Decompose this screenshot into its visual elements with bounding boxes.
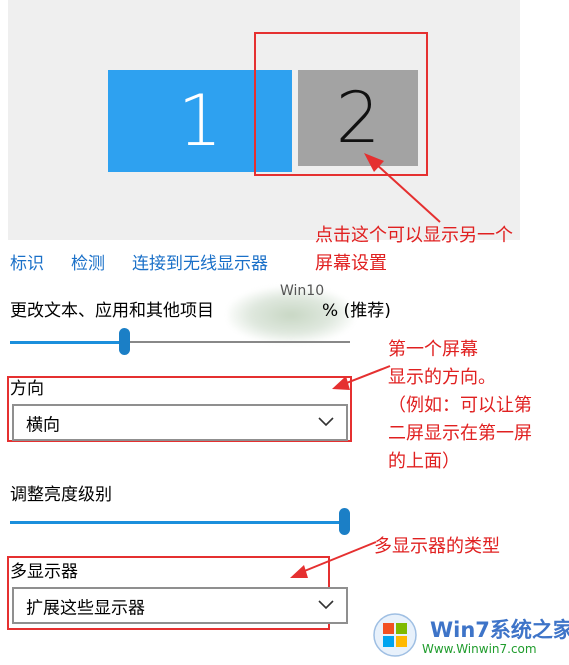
brightness-slider-track-filled bbox=[10, 521, 345, 524]
scale-label: 更改文本、应用和其他项目 bbox=[10, 301, 214, 321]
watermark-text: Win10 bbox=[280, 283, 325, 299]
brightness-slider-thumb[interactable] bbox=[339, 508, 350, 535]
orientation-selected: 横向 bbox=[26, 415, 60, 435]
monitor-1-number: 1 bbox=[177, 80, 223, 162]
chevron-down-icon bbox=[318, 599, 334, 609]
identify-link[interactable]: 标识 bbox=[10, 249, 44, 274]
orientation-label: 方向 bbox=[10, 379, 44, 399]
multi-display-dropdown[interactable]: 扩展这些显示器 bbox=[12, 587, 348, 624]
monitor-annotation: 点击这个可以显示另一个 屏幕设置 bbox=[315, 225, 513, 274]
scale-slider-track bbox=[124, 341, 350, 343]
multi-display-annotation: 多显示器的类型 bbox=[374, 536, 500, 557]
scale-slider-thumb[interactable] bbox=[119, 328, 130, 355]
arrow-icon bbox=[364, 153, 441, 223]
chevron-down-icon bbox=[318, 416, 334, 426]
logo-text: Win7系统之家 bbox=[430, 618, 569, 642]
brightness-label: 调整亮度级别 bbox=[10, 485, 112, 505]
orientation-annotation: 第一个屏幕 显示的方向。 （例如：可以让第 二屏显示在第一屏 的上面） bbox=[388, 339, 532, 472]
scale-label-suffix: % (推荐) bbox=[322, 301, 391, 321]
connect-wireless-display-link[interactable]: 连接到无线显示器 bbox=[132, 249, 268, 274]
detect-link[interactable]: 检测 bbox=[71, 249, 105, 274]
scale-slider-track-filled bbox=[10, 341, 124, 344]
orientation-dropdown[interactable]: 横向 bbox=[12, 404, 348, 441]
multi-display-label: 多显示器 bbox=[10, 562, 78, 582]
logo-url: Www.Winwin7.com bbox=[422, 642, 537, 656]
windows-orb-icon bbox=[373, 613, 417, 657]
multi-display-selected: 扩展这些显示器 bbox=[26, 598, 145, 618]
